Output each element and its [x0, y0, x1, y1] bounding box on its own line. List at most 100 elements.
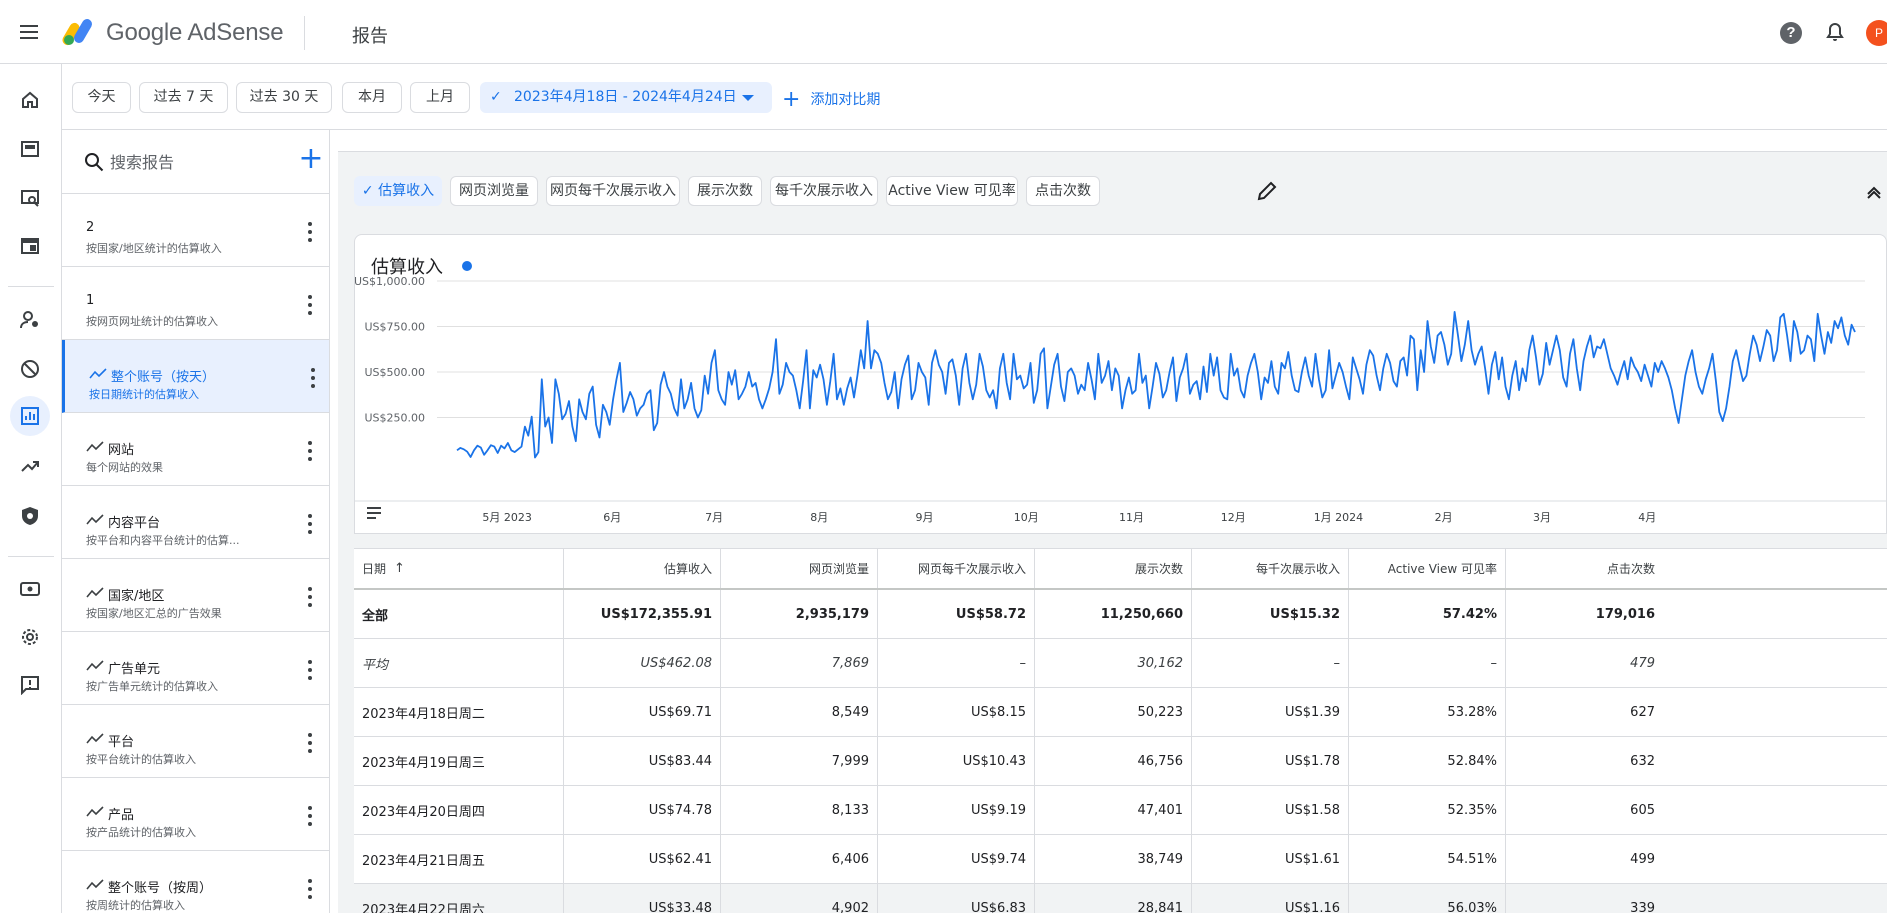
cell-text: 47,401: [1137, 802, 1184, 818]
report-subtitle: 按日期统计的估算收入: [89, 388, 199, 401]
metric-chip[interactable]: 每千次展示收入: [770, 176, 878, 206]
metric-chip[interactable]: 展示次数: [688, 176, 762, 206]
ads-icon[interactable]: [10, 226, 50, 266]
cell-text: 2023年4月18日周二: [362, 706, 485, 722]
cell-text: US$1.61: [1285, 851, 1340, 867]
x-tick-label: 10月: [1014, 511, 1039, 524]
policy-center-icon[interactable]: [10, 496, 50, 536]
cell-text: 7,999: [831, 753, 869, 769]
main-menu-icon[interactable]: [14, 17, 44, 47]
value-cell[interactable]: 估算收入: [564, 549, 721, 588]
value-cell: 7,869: [721, 639, 878, 687]
value-cell: US$58.72: [878, 590, 1035, 638]
report-list-item[interactable]: 1 按网页网址统计的估算收入: [62, 267, 329, 340]
more-options-icon[interactable]: [298, 656, 322, 684]
cell-text: 57.42%: [1442, 606, 1497, 622]
value-cell[interactable]: 网页浏览量: [721, 549, 878, 588]
value-cell: US$74.78: [564, 786, 721, 834]
metric-chip[interactable]: 网页浏览量: [450, 176, 538, 206]
payments-icon[interactable]: [10, 569, 50, 609]
optimization-icon[interactable]: [10, 446, 50, 486]
sites-icon[interactable]: [10, 129, 50, 169]
report-list-item[interactable]: 网站 每个网站的效果: [62, 413, 329, 486]
chart-legend-toggle-icon[interactable]: [367, 507, 385, 521]
value-cell[interactable]: 每千次展示收入: [1192, 549, 1349, 588]
more-options-icon[interactable]: [298, 291, 322, 319]
reports-icon[interactable]: [10, 396, 50, 436]
ad-review-icon[interactable]: [10, 178, 50, 218]
add-report-button[interactable]: +: [296, 144, 326, 174]
value-cell[interactable]: 点击次数: [1506, 549, 1663, 588]
report-title: 1: [86, 293, 95, 308]
report-list-item[interactable]: 整个账号（按周） 按周统计的估算收入: [62, 851, 329, 913]
collapse-chart-icon[interactable]: [1864, 182, 1884, 202]
value-cell[interactable]: Active View 可见率: [1349, 549, 1506, 588]
value-cell: 50,223: [1035, 688, 1192, 736]
report-search-input[interactable]: [110, 150, 290, 174]
table-total-row: 全部 US$172,355.91 2,935,179 US$58.72 11,250,6…: [354, 590, 1887, 639]
filter-chip-last-7-days[interactable]: 过去 7 天: [139, 82, 228, 113]
report-search-row: +: [62, 130, 329, 194]
home-icon[interactable]: [10, 80, 50, 120]
account-avatar[interactable]: P: [1866, 20, 1887, 46]
value-cell: 52.84%: [1349, 737, 1506, 785]
report-list-item[interactable]: 2 按国家/地区统计的估算收入: [62, 194, 329, 267]
revenue-series-line[interactable]: [456, 311, 1856, 459]
y-tick-label: US$750.00: [364, 321, 425, 334]
report-list-item[interactable]: 产品 按产品统计的估算收入: [62, 778, 329, 851]
report-subtitle: 按广告单元统计的估算收入: [86, 680, 218, 693]
metric-chip[interactable]: Active View 可见率: [886, 176, 1018, 206]
row-label-cell: 平均: [354, 639, 564, 687]
report-subtitle: 按周统计的估算收入: [86, 899, 185, 912]
cell-text: 展示次数: [1134, 562, 1183, 576]
edit-metrics-pencil-icon[interactable]: [1256, 180, 1278, 202]
value-cell[interactable]: 展示次数: [1035, 549, 1192, 588]
cell-text: 估算收入: [663, 562, 712, 576]
value-cell: US$1.78: [1192, 737, 1349, 785]
date-range-selector[interactable]: ✓ 2023年4月18日 - 2024年4月24日: [480, 82, 772, 113]
trend-icon: [86, 587, 104, 598]
notifications-bell-icon[interactable]: [1823, 21, 1847, 45]
block-controls-icon[interactable]: [10, 349, 50, 389]
report-title: 国家/地区: [108, 589, 165, 604]
more-options-icon[interactable]: [298, 802, 322, 830]
report-main-area: ✓ 估算收入 网页浏览量 网页每千次展示收入 展示次数 每千次展示收入 Active Vi…: [338, 130, 1887, 913]
metric-chip[interactable]: 点击次数: [1026, 176, 1100, 206]
x-tick-label: 4月: [1638, 511, 1656, 524]
y-tick-label: US$1,000.00: [355, 275, 425, 288]
add-comparison-button[interactable]: + 添加对比期: [782, 82, 880, 113]
filter-chip-this-month[interactable]: 本月: [342, 82, 402, 113]
more-options-icon[interactable]: [298, 510, 322, 538]
filter-chip-today[interactable]: 今天: [72, 82, 131, 113]
filter-chip-last-month[interactable]: 上月: [410, 82, 470, 113]
cell-text: 179,016: [1595, 606, 1655, 622]
report-list-item[interactable]: 内容平台 按平台和内容平台统计的估算...: [62, 486, 329, 559]
report-list-item[interactable]: 国家/地区 按国家/地区汇总的广告效果: [62, 559, 329, 632]
more-options-icon[interactable]: [298, 583, 322, 611]
filter-chip-last-30-days[interactable]: 过去 30 天: [236, 82, 332, 113]
more-options-icon[interactable]: [298, 437, 322, 465]
report-list-item[interactable]: 整个账号（按天） 按日期统计的估算收入: [62, 340, 329, 413]
x-tick-label: 7月: [705, 511, 723, 524]
cell-text: 46,756: [1137, 753, 1184, 769]
trend-icon: [86, 806, 104, 817]
row-label-cell[interactable]: 日期 ↑: [354, 549, 564, 588]
report-list-item[interactable]: 平台 按平台统计的估算收入: [62, 705, 329, 778]
value-cell: –: [1349, 639, 1506, 687]
settings-icon[interactable]: [10, 617, 50, 657]
report-subtitle: 按网页网址统计的估算收入: [86, 315, 218, 328]
value-cell: 632: [1506, 737, 1663, 785]
metric-chip[interactable]: ✓ 估算收入: [354, 176, 442, 206]
sort-ascending-icon[interactable]: ↑: [394, 561, 405, 576]
more-options-icon[interactable]: [298, 875, 322, 903]
value-cell[interactable]: 网页每千次展示收入: [878, 549, 1035, 588]
more-options-icon[interactable]: [298, 729, 322, 757]
feedback-icon[interactable]: [10, 665, 50, 705]
metric-chip[interactable]: 网页每千次展示收入: [546, 176, 680, 206]
user-access-icon[interactable]: [10, 300, 50, 340]
cell-text: 网页每千次展示收入: [917, 562, 1026, 576]
report-list-item[interactable]: 广告单元 按广告单元统计的估算收入: [62, 632, 329, 705]
more-options-icon[interactable]: [298, 218, 322, 246]
help-icon[interactable]: ?: [1780, 22, 1802, 44]
more-options-icon[interactable]: [301, 364, 325, 392]
